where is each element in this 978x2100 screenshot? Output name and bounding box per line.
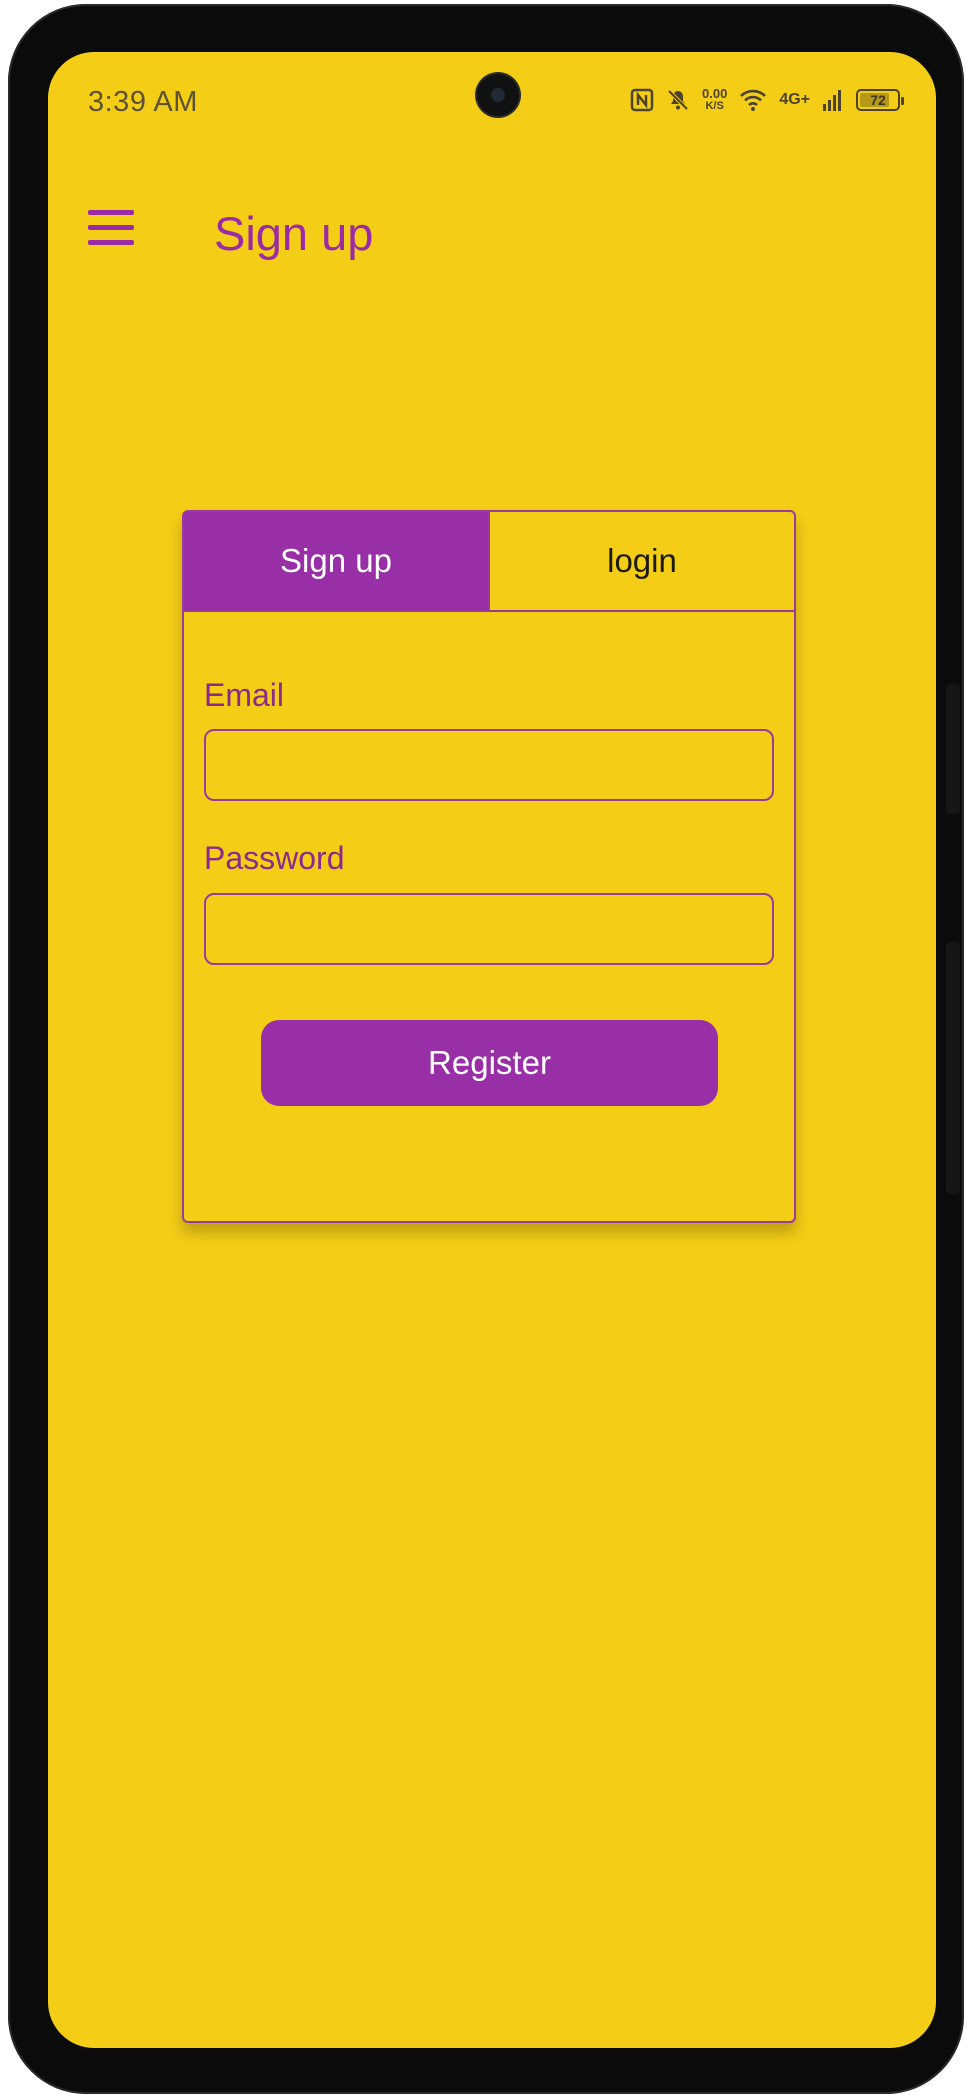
hamburger-menu-icon[interactable] [88,210,134,246]
bell-muted-icon [667,89,689,111]
phone-frame: 3:39 AM 0.00 K/S 4G+ 72 Sign up Sign up … [8,4,964,2094]
register-button[interactable]: Register [261,1020,718,1106]
net-speed-unit: K/S [705,100,724,112]
net-speed: 0.00 K/S [702,87,727,113]
status-time: 3:39 AM [88,86,198,118]
page-title: Sign up [214,207,374,260]
app-bar: Sign up [48,162,936,302]
screen: 3:39 AM 0.00 K/S 4G+ 72 Sign up Sign up … [48,52,936,2048]
battery-icon: 72 [856,89,904,111]
signal-icon [823,90,841,111]
password-field[interactable] [204,893,774,965]
email-label: Email [204,677,285,713]
auth-card: Sign up login Email Password Register [182,510,796,1223]
network-type: 4G+ [779,91,810,108]
volume-button [946,684,960,814]
net-speed-value: 0.00 [702,86,728,101]
tab-login[interactable]: login [488,512,794,610]
status-icons: 0.00 K/S 4G+ 72 [630,80,904,120]
tab-sign-up[interactable]: Sign up [184,512,488,610]
nfc-icon [630,88,654,112]
auth-tabs: Sign up login [184,512,794,612]
power-button [946,942,960,1194]
email-field[interactable] [204,729,774,801]
wifi-icon [740,89,767,111]
front-camera [477,74,519,116]
battery-level: 72 [870,92,886,108]
password-label: Password [204,840,345,876]
